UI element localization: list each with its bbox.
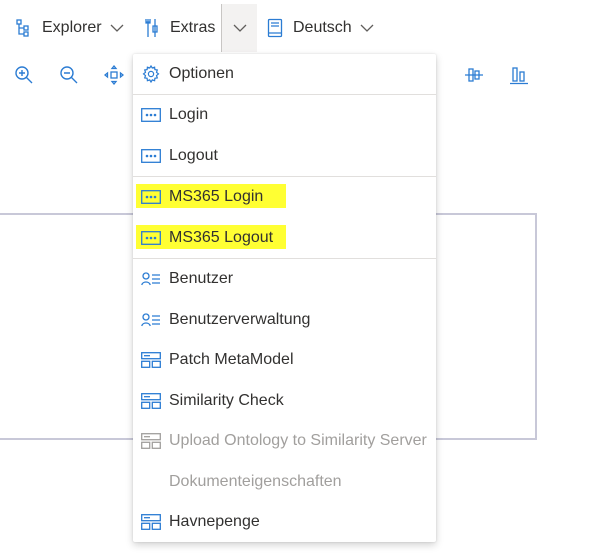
- explorer-label: Explorer: [42, 19, 102, 36]
- blocks-icon: [141, 512, 161, 532]
- menu-item-similarity-check[interactable]: Similarity Check: [133, 381, 436, 421]
- explorer-menu-button[interactable]: Explorer: [14, 8, 124, 48]
- blocks-icon: [141, 350, 161, 370]
- user-list-icon: [141, 269, 161, 289]
- chevron-down-icon: [110, 21, 124, 35]
- fit-to-screen-icon: [103, 64, 125, 90]
- zoom-out-icon: [59, 65, 79, 90]
- menu-item-login[interactable]: Login: [133, 95, 436, 135]
- menu-item-dokumenteigenschaften[interactable]: Dokumenteigenschaften: [133, 462, 436, 502]
- gear-icon: [141, 64, 161, 84]
- menu-item-ms365-login[interactable]: MS365 Login: [133, 177, 436, 217]
- menu-item-label: MS365 Logout: [169, 229, 274, 246]
- menu-item-label: Dokumenteigenschaften: [169, 473, 342, 490]
- language-menu-button[interactable]: Deutsch: [265, 8, 374, 48]
- zoom-in-button[interactable]: [11, 64, 37, 90]
- menu-item-optionen[interactable]: Optionen: [133, 54, 436, 94]
- menu-item-logout[interactable]: Logout: [133, 136, 436, 176]
- blocks-icon: [141, 431, 161, 451]
- user-list-icon: [141, 310, 161, 330]
- dots-box-icon: [141, 146, 161, 166]
- extras-label: Extras: [170, 19, 216, 36]
- blocks-icon: [141, 391, 161, 411]
- extras-menu-button[interactable]: Extras: [142, 8, 215, 48]
- chevron-down-icon: [233, 19, 247, 37]
- fit-to-screen-button[interactable]: [101, 64, 127, 90]
- align-center-button[interactable]: [461, 64, 487, 90]
- top-toolbar: Explorer Extras Deutsch: [0, 0, 614, 56]
- menu-item-label: Optionen: [169, 65, 234, 82]
- menu-item-label: Havnepenge: [169, 513, 260, 530]
- menu-item-label: Patch MetaModel: [169, 351, 294, 368]
- dots-box-icon: [141, 105, 161, 125]
- extras-dropdown-toggle[interactable]: [221, 4, 257, 52]
- menu-item-benutzer[interactable]: Benutzer: [133, 259, 436, 299]
- language-label: Deutsch: [293, 19, 352, 36]
- chevron-down-icon: [360, 21, 374, 35]
- tools-icon: [142, 18, 162, 38]
- menu-item-label: Similarity Check: [169, 392, 284, 409]
- book-icon: [265, 18, 285, 38]
- menu-item-label: Login: [169, 106, 209, 123]
- align-bottom-icon: [509, 65, 529, 90]
- menu-item-label: MS365 Login: [169, 188, 264, 205]
- align-bottom-button[interactable]: [506, 64, 532, 90]
- dots-box-icon: [141, 187, 161, 207]
- menu-item-label: Benutzerverwaltung: [169, 311, 311, 328]
- dots-box-icon: [141, 228, 161, 248]
- align-center-icon: [464, 65, 484, 90]
- menu-item-havnepenge[interactable]: Havnepenge: [133, 502, 436, 542]
- menu-item-benutzerverwaltung[interactable]: Benutzerverwaltung: [133, 300, 436, 340]
- menu-item-label: Benutzer: [169, 270, 234, 287]
- menu-item-label: Upload Ontology to Similarity Server: [169, 432, 427, 449]
- extras-dropdown-menu: Optionen Login Logout MS365 Login MS365 …: [133, 54, 436, 542]
- zoom-in-icon: [14, 65, 34, 90]
- menu-item-ms365-logout[interactable]: MS365 Logout: [133, 218, 436, 258]
- menu-item-patch-metamodel[interactable]: Patch MetaModel: [133, 340, 436, 380]
- zoom-out-button[interactable]: [56, 64, 82, 90]
- tree-icon: [14, 18, 34, 38]
- menu-item-upload-ontology[interactable]: Upload Ontology to Similarity Server: [133, 421, 436, 461]
- menu-item-label: Logout: [169, 147, 218, 164]
